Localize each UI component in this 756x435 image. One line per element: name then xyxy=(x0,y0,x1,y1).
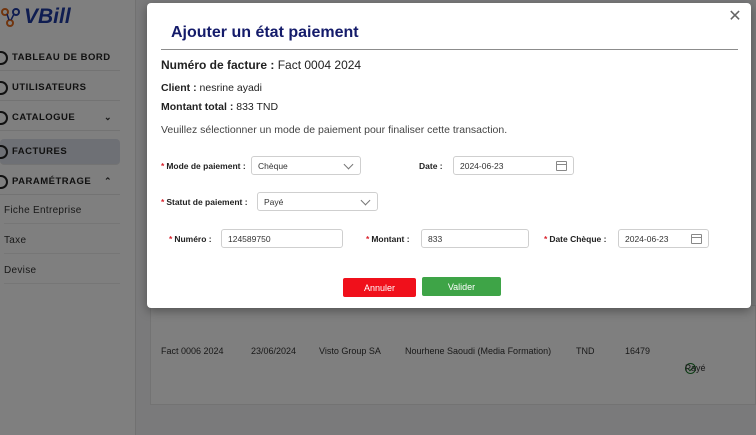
amount-label: * Montant : xyxy=(366,234,410,244)
chevron-down-icon xyxy=(343,159,354,170)
client-value: nesrine ayadi xyxy=(199,82,262,94)
total-amount-label: Montant total : xyxy=(161,101,234,113)
calendar-icon[interactable] xyxy=(556,161,567,171)
payment-mode-select[interactable]: Chèque xyxy=(251,156,361,175)
payment-status-label: * Statut de paiement : xyxy=(161,197,248,207)
required-asterisk: * xyxy=(366,234,370,244)
payment-status-value: Payé xyxy=(264,196,284,207)
date-value: 2024-06-23 xyxy=(460,160,504,171)
payment-modal: Ajouter un état paiement ✕ Numéro de fac… xyxy=(147,3,751,308)
close-icon[interactable]: ✕ xyxy=(727,9,743,25)
payment-status-label-text: Statut de paiement : xyxy=(166,197,248,207)
check-number-label-text: Numéro : xyxy=(174,234,212,244)
modal-title: Ajouter un état paiement xyxy=(171,24,359,41)
calendar-icon[interactable] xyxy=(691,234,702,244)
invoice-number-value: Fact 0004 2024 xyxy=(277,58,362,72)
required-asterisk: * xyxy=(161,197,165,207)
check-date-input[interactable]: 2024-06-23 xyxy=(618,229,709,248)
required-asterisk: * xyxy=(161,161,165,171)
invoice-number-label: Numéro de facture : xyxy=(161,58,275,72)
payment-status-select[interactable]: Payé xyxy=(257,192,378,211)
client-label: Client : xyxy=(161,82,197,94)
required-asterisk: * xyxy=(169,234,173,244)
amount-value: 833 xyxy=(428,233,443,244)
instruction-text: Veuillez sélectionner un mode de paiemen… xyxy=(161,124,508,136)
payment-mode-label-text: Mode de paiement : xyxy=(166,161,246,171)
total-amount-value: 833 TND xyxy=(236,101,279,113)
chevron-down-icon xyxy=(360,195,371,206)
amount-label-text: Montant : xyxy=(371,234,410,244)
invoice-number-line: Numéro de facture : Fact 0004 2024 xyxy=(161,58,361,72)
modal-divider xyxy=(161,49,738,50)
amount-input[interactable]: 833 xyxy=(421,229,529,248)
payment-mode-value: Chèque xyxy=(258,160,288,171)
client-line: Client : nesrine ayadi xyxy=(161,82,262,94)
payment-mode-label: * Mode de paiement : xyxy=(161,161,246,171)
cancel-button[interactable]: Annuler xyxy=(343,278,416,297)
check-number-value: 124589750 xyxy=(228,233,271,244)
required-asterisk: * xyxy=(544,234,548,244)
validate-button[interactable]: Valider xyxy=(422,277,501,296)
check-number-label: * Numéro : xyxy=(169,234,212,244)
check-number-input[interactable]: 124589750 xyxy=(221,229,343,248)
date-label: Date : xyxy=(419,161,443,171)
check-date-value: 2024-06-23 xyxy=(625,233,669,244)
date-input[interactable]: 2024-06-23 xyxy=(453,156,574,175)
check-date-label: * Date Chèque : xyxy=(544,234,606,244)
check-date-label-text: Date Chèque : xyxy=(549,234,607,244)
total-amount-line: Montant total : 833 TND xyxy=(161,101,278,113)
